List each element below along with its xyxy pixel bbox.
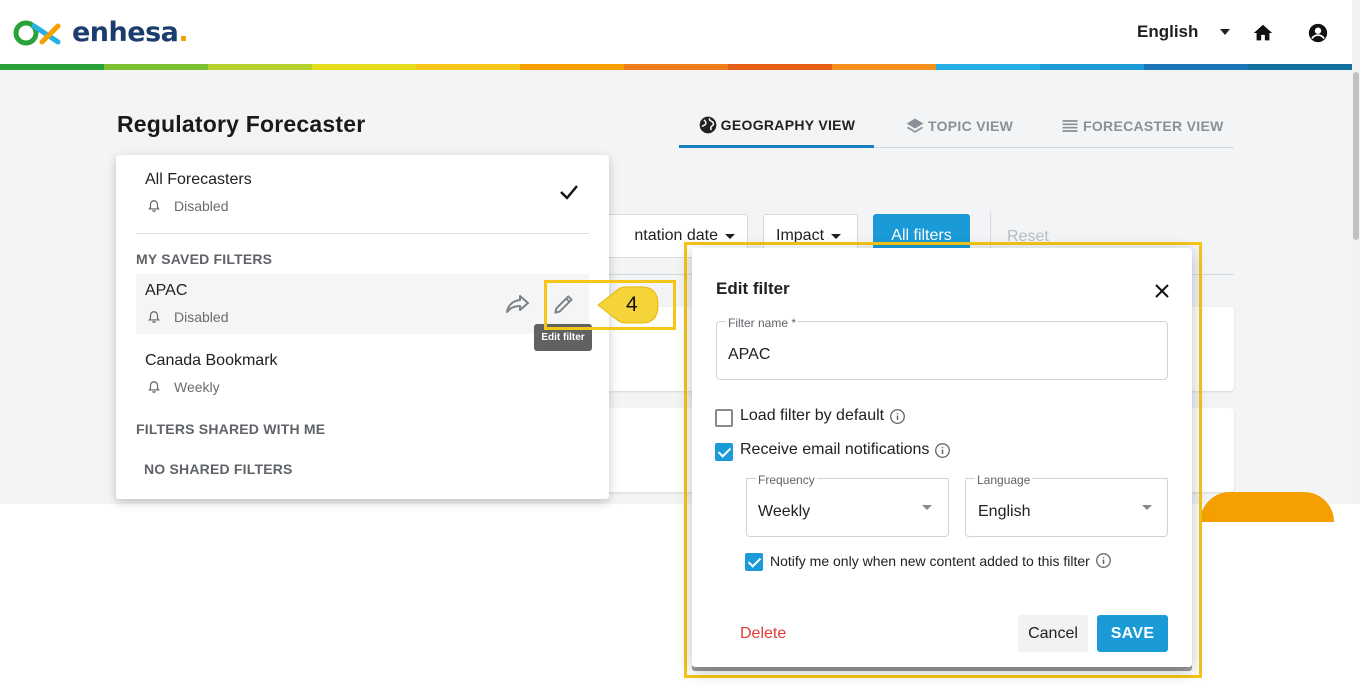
tab-geography-view[interactable]: GEOGRAPHY VIEW — [679, 105, 874, 148]
my-saved-filters-heading: MY SAVED FILTERS — [136, 251, 273, 267]
cancel-button[interactable]: Cancel — [1018, 615, 1088, 652]
all-forecasters-status: Disabled — [147, 198, 228, 214]
app-header: enhesa. English — [0, 0, 1360, 66]
tab-forecaster-view[interactable]: FORECASTER VIEW — [1060, 105, 1224, 147]
enhesa-logo-icon — [13, 20, 61, 46]
email-notifications-label: Receive email notifications — [740, 441, 951, 459]
save-button[interactable]: SAVE — [1097, 615, 1168, 652]
caret-down-icon — [725, 233, 735, 239]
frequency-label: Frequency — [756, 473, 817, 487]
notify-new-content-label: Notify me only when new content added to… — [770, 552, 1112, 569]
filter-name-label: Filter name * — [726, 316, 799, 330]
caret-down-icon — [1220, 29, 1231, 35]
tab-topic-label: TOPIC VIEW — [928, 118, 1014, 134]
language-value: English — [978, 503, 1031, 520]
load-default-checkbox[interactable] — [715, 409, 733, 427]
caret-down-icon — [831, 233, 842, 239]
delete-button[interactable]: Delete — [740, 625, 786, 643]
caret-down-icon — [922, 505, 932, 510]
page-title: Regulatory Forecaster — [117, 111, 366, 137]
bell-icon — [148, 200, 160, 212]
dialog-title: Edit filter — [716, 279, 790, 298]
step-callout: 4 — [596, 285, 660, 325]
list-icon — [1062, 120, 1078, 132]
enhesa-logo[interactable]: enhesa. — [12, 17, 189, 48]
view-tabs: GEOGRAPHY VIEW TOPIC VIEW FORECASTER VIE… — [679, 105, 1234, 148]
saved-filter-status: Weekly — [147, 379, 220, 395]
info-icon[interactable] — [934, 442, 951, 459]
shared-filters-heading: FILTERS SHARED WITH ME — [136, 421, 326, 437]
tab-topic-view[interactable]: TOPIC VIEW — [905, 105, 1013, 147]
layers-icon — [906, 118, 924, 133]
no-shared-filters-text: NO SHARED FILTERS — [144, 461, 293, 477]
step-number: 4 — [626, 293, 638, 316]
filter-name-input[interactable]: APAC — [728, 346, 770, 364]
home-icon[interactable] — [1252, 22, 1274, 44]
dropdown-separator — [136, 233, 589, 234]
language-select[interactable]: English — [1137, 22, 1231, 42]
bell-icon — [148, 381, 160, 393]
load-default-label: Load filter by default — [740, 407, 906, 425]
tab-geography-label: GEOGRAPHY VIEW — [720, 117, 856, 133]
account-icon[interactable] — [1307, 22, 1329, 44]
page-scrollbar[interactable] — [1352, 0, 1360, 504]
frequency-value: Weekly — [758, 503, 811, 520]
all-forecasters-title[interactable]: All Forecasters — [145, 171, 252, 189]
bell-icon — [148, 311, 160, 323]
email-notifications-checkbox[interactable] — [715, 443, 733, 461]
share-icon[interactable] — [505, 293, 531, 315]
info-icon[interactable] — [889, 408, 906, 425]
language-label: Language — [975, 473, 1033, 487]
saved-filter-status: Disabled — [147, 309, 228, 325]
saved-filter-title: APAC — [145, 282, 188, 299]
logo-text: enhesa. — [72, 17, 189, 48]
help-button[interactable] — [1200, 492, 1334, 522]
globe-icon — [699, 116, 717, 134]
scrollbar-thumb[interactable] — [1353, 72, 1359, 240]
check-icon — [560, 185, 578, 200]
edit-filter-dialog: Edit filter Filter name * APAC Load filt… — [692, 248, 1192, 667]
info-icon[interactable] — [1095, 552, 1112, 569]
saved-filter-title[interactable]: Canada Bookmark — [145, 352, 278, 370]
close-icon[interactable] — [1154, 283, 1170, 299]
language-select-value: English — [1137, 22, 1199, 41]
caret-down-icon — [1142, 505, 1152, 510]
tab-forecaster-label: FORECASTER VIEW — [1083, 118, 1224, 134]
notify-new-content-checkbox[interactable] — [745, 553, 763, 571]
